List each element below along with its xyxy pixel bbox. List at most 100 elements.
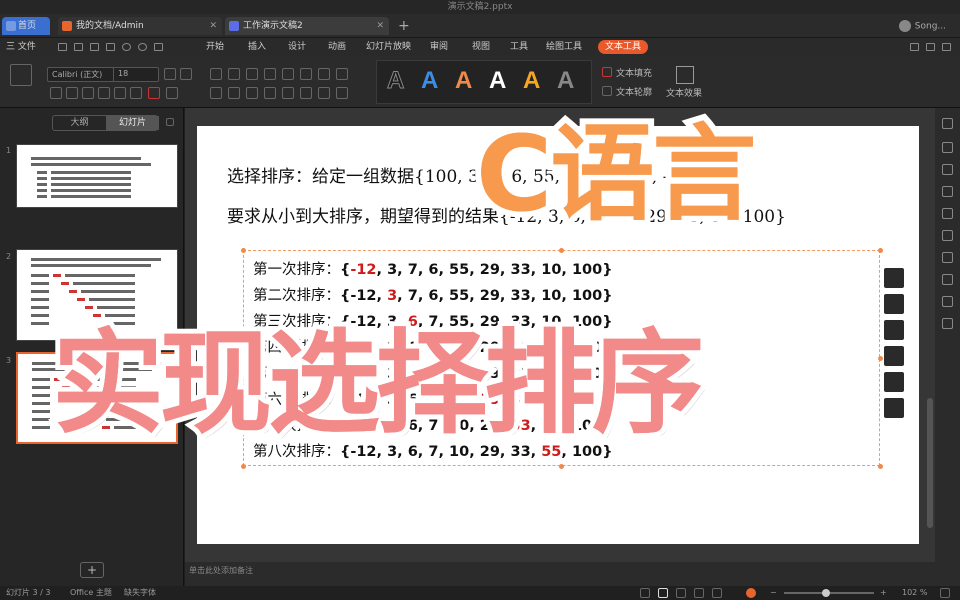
text-style-preset-5[interactable]: A [523, 66, 540, 96]
valign-bottom-icon[interactable] [336, 87, 348, 99]
indent-increase-icon[interactable] [264, 68, 276, 80]
share-icon[interactable] [926, 43, 935, 51]
sorter-view-icon[interactable] [676, 588, 686, 598]
outline-icon[interactable] [884, 320, 904, 340]
missing-font-indicator[interactable]: 缺失字体 [124, 586, 156, 600]
zoom-out-icon[interactable]: − [770, 586, 777, 600]
text-style-preset-6[interactable]: A [557, 66, 574, 96]
shrink-font-icon[interactable] [180, 68, 192, 80]
preview-icon[interactable] [106, 43, 115, 51]
resize-handle[interactable] [878, 464, 883, 469]
pin-icon[interactable] [942, 118, 953, 129]
user-account[interactable]: Song... [898, 20, 946, 32]
resize-handle[interactable] [878, 356, 883, 361]
save-icon[interactable] [58, 43, 67, 51]
slideshow-view-icon[interactable] [712, 588, 722, 598]
resize-handle[interactable] [241, 248, 246, 253]
align-left-icon[interactable] [210, 87, 222, 99]
close-icon[interactable]: ✕ [376, 17, 384, 35]
valign-middle-icon[interactable] [318, 87, 330, 99]
more-icon[interactable] [942, 43, 951, 51]
fill-icon[interactable] [884, 294, 904, 314]
text-direction-icon[interactable] [318, 68, 330, 80]
resize-handle[interactable] [559, 248, 564, 253]
fill-icon[interactable] [942, 186, 953, 197]
backup-icon[interactable] [942, 274, 953, 285]
line-spacing-icon[interactable] [282, 68, 294, 80]
slide-thumbnail-2[interactable] [16, 249, 178, 341]
strikethrough-icon[interactable] [98, 87, 110, 99]
new-tab-button[interactable]: + [398, 17, 410, 35]
notes-toggle-icon[interactable] [640, 588, 650, 598]
font-color-icon[interactable] [148, 87, 160, 99]
notes-pane[interactable]: 单击此处添加备注 [185, 562, 935, 586]
underline-icon[interactable] [82, 87, 94, 99]
menu-insert[interactable]: 插入 [248, 38, 266, 56]
font-size-select[interactable]: 18 [113, 67, 158, 82]
redo-icon[interactable] [138, 43, 147, 51]
text-style-preset-1[interactable]: A [386, 66, 404, 96]
bullets-icon[interactable] [210, 68, 222, 80]
collapse-icon[interactable] [910, 43, 919, 51]
text-style-preset-3[interactable]: A [455, 66, 472, 96]
animation-icon[interactable] [942, 208, 953, 219]
slide-thumbnail-3[interactable] [16, 352, 178, 444]
text-effect-icon[interactable] [676, 66, 694, 84]
text-style-preset-2[interactable]: A [421, 66, 438, 96]
more-icon[interactable] [154, 43, 163, 51]
tab-outline[interactable]: 大纲 [53, 116, 106, 130]
shape-icon[interactable] [942, 164, 953, 175]
play-icon[interactable] [746, 588, 756, 598]
valign-top-icon[interactable] [300, 87, 312, 99]
columns-icon[interactable] [300, 68, 312, 80]
resize-handle[interactable] [559, 464, 564, 469]
menu-drawing-tools[interactable]: 绘图工具 [546, 38, 582, 56]
highlight-icon[interactable] [166, 87, 178, 99]
add-slide-button[interactable]: + [80, 562, 104, 578]
tab-documents[interactable]: 我的文档/Admin ✕ [58, 17, 222, 35]
text-outline-label[interactable]: 文本轮廓 [616, 85, 652, 98]
menu-view[interactable]: 视图 [472, 38, 490, 56]
menu-review[interactable]: 审阅 [430, 38, 448, 56]
close-icon[interactable]: ✕ [209, 17, 217, 35]
undo-icon[interactable] [122, 43, 131, 51]
help-icon[interactable] [942, 318, 953, 329]
menu-start[interactable]: 开始 [206, 38, 224, 56]
superscript-icon[interactable] [114, 87, 126, 99]
justify-icon[interactable] [264, 87, 276, 99]
italic-icon[interactable] [66, 87, 78, 99]
text-outline-icon[interactable] [602, 86, 612, 96]
tab-home[interactable]: 首页 [2, 17, 50, 35]
menu-text-tools[interactable]: 文本工具 [598, 40, 649, 54]
paste-icon[interactable] [10, 64, 32, 86]
selection-icon[interactable] [942, 142, 953, 153]
animation-icon[interactable] [884, 372, 904, 392]
resize-handle[interactable] [241, 464, 246, 469]
print-icon[interactable] [90, 43, 99, 51]
menu-tools[interactable]: 工具 [510, 38, 528, 56]
align-center-icon[interactable] [228, 87, 240, 99]
text-style-preset-4[interactable]: A [489, 66, 506, 96]
layers-icon[interactable] [942, 252, 953, 263]
text-fill-icon[interactable] [602, 67, 612, 77]
slide-text-line-2[interactable]: 要求从小到大排序，期望得到的结果{-12, 3, 6, 7, 10, 29, 3… [227, 202, 786, 227]
menu-slideshow[interactable]: 幻灯片放映 [366, 38, 411, 56]
menu-design[interactable]: 设计 [288, 38, 306, 56]
text-fill-label[interactable]: 文本填充 [616, 66, 652, 79]
grow-font-icon[interactable] [164, 68, 176, 80]
align-right-icon[interactable] [246, 87, 258, 99]
distribute-icon[interactable] [282, 87, 294, 99]
menu-animation[interactable]: 动画 [328, 38, 346, 56]
text-effect-label[interactable]: 文本效果 [666, 86, 702, 99]
slide-thumbnail-1[interactable] [16, 144, 178, 208]
menu-file[interactable]: 三 文件 [6, 38, 36, 56]
close-icon[interactable] [884, 244, 904, 264]
slide-text-line-1[interactable]: 选择排序：给定一组数据{100, 3, 7, 6, 55, 29, 33, 10… [227, 162, 701, 187]
transition-icon[interactable] [942, 230, 953, 241]
align-text-icon[interactable] [336, 68, 348, 80]
format-icon[interactable] [884, 398, 904, 418]
numbering-icon[interactable] [228, 68, 240, 80]
tab-slides[interactable]: 幻灯片 [106, 116, 159, 130]
zoom-in-icon[interactable]: + [880, 586, 887, 600]
resize-handle[interactable] [241, 356, 246, 361]
